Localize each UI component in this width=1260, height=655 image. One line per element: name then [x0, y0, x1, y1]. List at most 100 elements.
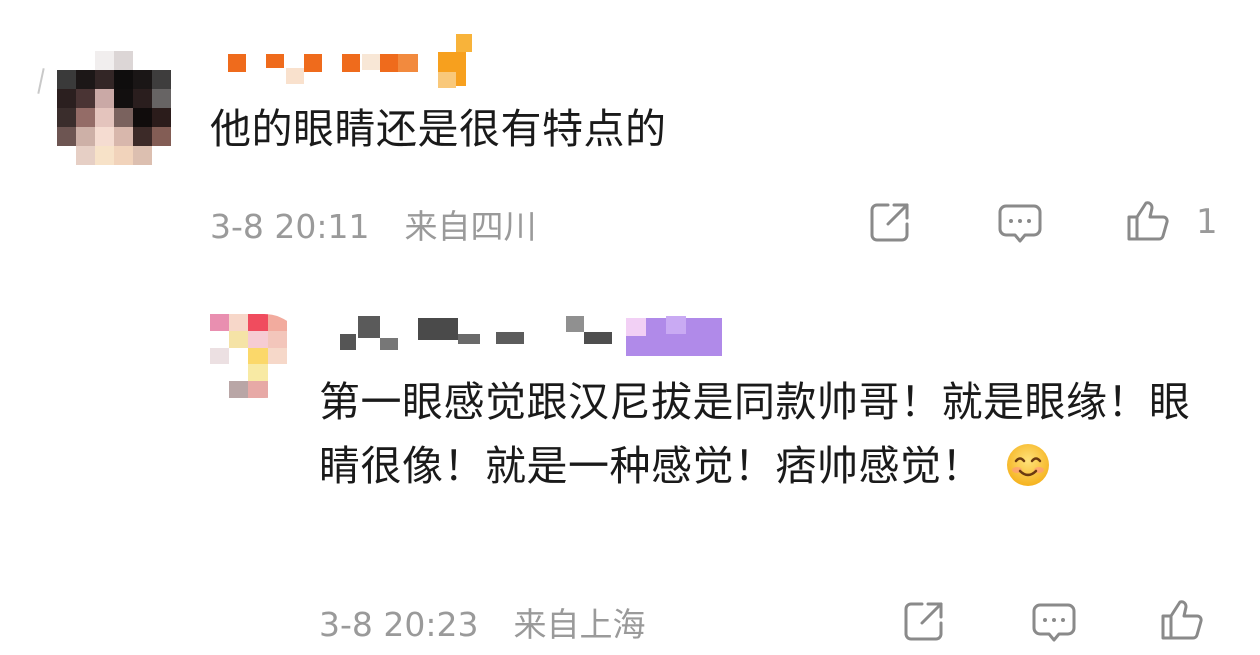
comment-text: 他的眼睛还是很有特点的 — [210, 105, 667, 153]
mosaic-pixel — [76, 146, 95, 165]
reply-text-content: 第一眼感觉跟汉尼拔是同款帅哥！就是眼缘！眼睛很像！就是一种感觉！痞帅感觉！ — [319, 378, 1191, 490]
mosaic-pixel — [304, 54, 322, 72]
mosaic-pixel — [267, 381, 287, 398]
comment-location: 来自四川 — [404, 207, 537, 246]
comment-icon[interactable] — [996, 200, 1044, 248]
mosaic-pixel — [380, 54, 398, 72]
mosaic-pixel — [152, 70, 171, 89]
mosaic-pixel — [76, 127, 95, 146]
mosaic-pixel — [95, 146, 114, 165]
mosaic-pixel — [210, 347, 230, 365]
mosaic-pixel — [57, 51, 76, 70]
mosaic-pixel — [248, 314, 268, 331]
mosaic-pixel — [210, 381, 230, 398]
mosaic-pixel — [286, 381, 306, 398]
mosaic-pixel — [248, 381, 268, 398]
mosaic-pixel — [57, 146, 76, 165]
mosaic-pixel — [114, 108, 133, 127]
edge-mark — [37, 68, 45, 94]
mosaic-pixel — [286, 330, 306, 348]
mosaic-pixel — [496, 332, 524, 344]
mosaic-pixel — [210, 314, 230, 331]
reply-avatar[interactable] — [210, 314, 306, 398]
mosaic-pixel — [133, 70, 152, 89]
mosaic-pixel — [152, 108, 171, 127]
mosaic-pixel — [57, 108, 76, 127]
mosaic-pixel — [152, 127, 171, 146]
mosaic-pixel — [566, 316, 584, 332]
username-blurred[interactable] — [228, 34, 478, 88]
mosaic-pixel — [133, 51, 152, 70]
mosaic-pixel — [229, 347, 249, 365]
mosaic-pixel — [626, 318, 646, 336]
mosaic-pixel — [267, 314, 287, 331]
mosaic-pixel — [57, 127, 76, 146]
mosaic-pixel — [114, 127, 133, 146]
avatar[interactable] — [57, 51, 171, 165]
reply-text: 第一眼感觉跟汉尼拔是同款帅哥！就是眼缘！眼睛很像！就是一种感觉！痞帅感觉！ — [319, 370, 1199, 498]
mosaic-pixel — [114, 146, 133, 165]
mosaic-pixel — [456, 34, 472, 52]
mosaic-pixel — [114, 70, 133, 89]
mosaic-pixel — [229, 330, 249, 348]
mosaic-pixel — [133, 127, 152, 146]
reply-username-blurred[interactable] — [340, 316, 725, 356]
mosaic-pixel — [114, 51, 133, 70]
smiling-face-emoji — [1005, 442, 1051, 488]
mosaic-pixel — [229, 314, 249, 331]
mosaic-pixel — [286, 314, 306, 331]
comment-meta: 3-8 20:11 来自四川 — [210, 200, 537, 248]
mosaic-pixel — [666, 316, 686, 334]
mosaic-pixel — [133, 108, 152, 127]
mosaic-pixel — [286, 68, 304, 84]
mosaic-pixel — [380, 338, 398, 350]
reply-timestamp: 3-8 20:23 — [319, 605, 479, 644]
share-icon[interactable] — [866, 198, 914, 246]
mosaic-pixel — [248, 330, 268, 348]
mosaic-pixel — [95, 51, 114, 70]
mosaic-pixel — [362, 54, 380, 70]
mosaic-pixel — [152, 146, 171, 165]
mosaic-pixel — [248, 347, 268, 365]
mosaic-pixel — [229, 381, 249, 398]
mosaic-pixel — [584, 332, 612, 344]
mosaic-pixel — [76, 108, 95, 127]
comment-icon[interactable] — [1030, 599, 1078, 647]
mosaic-pixel — [114, 89, 133, 108]
mosaic-pixel — [95, 108, 114, 127]
like-icon[interactable] — [1124, 197, 1172, 245]
mosaic-pixel — [133, 89, 152, 108]
mosaic-pixel — [76, 70, 95, 89]
mosaic-pixel — [358, 316, 380, 338]
mosaic-pixel — [418, 318, 458, 340]
mosaic-pixel — [76, 89, 95, 108]
mosaic-pixel — [95, 127, 114, 146]
like-icon[interactable] — [1158, 596, 1206, 644]
mosaic-pixel — [152, 51, 171, 70]
mosaic-pixel — [438, 72, 456, 88]
mosaic-pixel — [266, 54, 284, 68]
mosaic-pixel — [398, 54, 418, 72]
mosaic-pixel — [458, 334, 480, 344]
mosaic-pixel — [248, 364, 268, 382]
mosaic-pixel — [340, 334, 356, 350]
mosaic-pixel — [152, 89, 171, 108]
mosaic-pixel — [286, 364, 306, 382]
reply-location: 来自上海 — [513, 605, 646, 644]
mosaic-pixel — [95, 89, 114, 108]
share-icon[interactable] — [900, 597, 948, 645]
mosaic-pixel — [342, 54, 360, 72]
like-count: 1 — [1196, 202, 1218, 242]
mosaic-pixel — [267, 330, 287, 348]
mosaic-pixel — [95, 70, 114, 89]
mosaic-pixel — [57, 70, 76, 89]
mosaic-pixel — [286, 347, 306, 365]
mosaic-pixel — [267, 364, 287, 382]
mosaic-pixel — [133, 146, 152, 165]
mosaic-pixel — [267, 347, 287, 365]
mosaic-pixel — [76, 51, 95, 70]
mosaic-pixel — [228, 54, 246, 72]
mosaic-pixel — [210, 364, 230, 382]
reply-meta: 3-8 20:23 来自上海 — [319, 598, 646, 646]
mosaic-pixel — [229, 364, 249, 382]
